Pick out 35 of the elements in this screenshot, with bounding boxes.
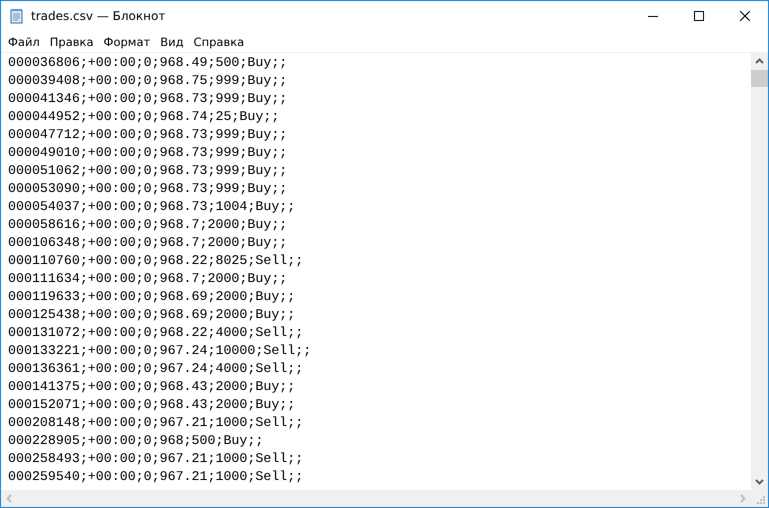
- text-line: 000152071;+00:00;0;968.43;2000;Buy;;: [8, 396, 296, 414]
- menu-item[interactable]: Справка: [188, 32, 250, 52]
- text-line: 000228905;+00:00;0;968;500;Buy;;: [8, 432, 264, 450]
- text-line: 000131072;+00:00;0;968.22;4000;Sell;;: [8, 324, 304, 342]
- scroll-thumb[interactable]: [751, 70, 768, 87]
- text-line: 000111634;+00:00;0;968.7;2000;Buy;;: [8, 270, 288, 288]
- text-line: 000047712;+00:00;0;968.73;999;Buy;;: [8, 126, 288, 144]
- text-line: 000054037;+00:00;0;968.73;1004;Buy;;: [8, 198, 296, 216]
- text-line: 000058616;+00:00;0;968.7;2000;Buy;;: [8, 216, 288, 234]
- window-title: trades.csv — Блокнот: [31, 9, 166, 23]
- maximize-icon: [694, 11, 704, 21]
- text-line: 000125438;+00:00;0;968.69;2000;Buy;;: [8, 306, 296, 324]
- text-line: 000136361;+00:00;0;967.24;4000;Sell;;: [8, 360, 304, 378]
- text-line: 000258493;+00:00;0;967.21;1000;Sell;;: [8, 450, 304, 468]
- text-line: 000119633;+00:00;0;968.69;2000;Buy;;: [8, 288, 296, 306]
- text-line: 000053090;+00:00;0;968.73;999;Buy;;: [8, 180, 288, 198]
- text-line: 000041346;+00:00;0;968.73;999;Buy;;: [8, 90, 288, 108]
- close-icon: [740, 11, 750, 21]
- text-line: 000039408;+00:00;0;968.75;999;Buy;;: [8, 72, 288, 90]
- text-line: 000133221;+00:00;0;967.24;10000;Sell;;: [8, 342, 312, 360]
- text-line: 000208148;+00:00;0;967.21;1000;Sell;;: [8, 414, 304, 432]
- menu-item[interactable]: Файл: [3, 32, 45, 52]
- text-line: 000044952;+00:00;0;968.74;25;Buy;;: [8, 108, 280, 126]
- menu-item[interactable]: Вид: [155, 32, 189, 52]
- text-line: 000259540;+00:00;0;967.21;1000;Sell;;: [8, 468, 304, 486]
- menu-item[interactable]: Формат: [98, 32, 156, 52]
- text-line: 000141375;+00:00;0;968.43;2000;Buy;;: [8, 378, 296, 396]
- text-line: 000110760;+00:00;0;968.22;8025;Sell;;: [8, 252, 304, 270]
- text-line: 000036806;+00:00;0;968.49;500;Buy;;: [8, 54, 288, 72]
- text-line: 000049010;+00:00;0;968.73;999;Buy;;: [8, 144, 288, 162]
- notepad-icon: [9, 8, 25, 24]
- vertical-scrollbar[interactable]: [751, 53, 768, 490]
- text-line: 000106348;+00:00;0;968.7;2000;Buy;;: [8, 234, 288, 252]
- menu-item[interactable]: Правка: [44, 32, 99, 52]
- text-line: 000051062;+00:00;0;968.73;999;Buy;;: [8, 162, 288, 180]
